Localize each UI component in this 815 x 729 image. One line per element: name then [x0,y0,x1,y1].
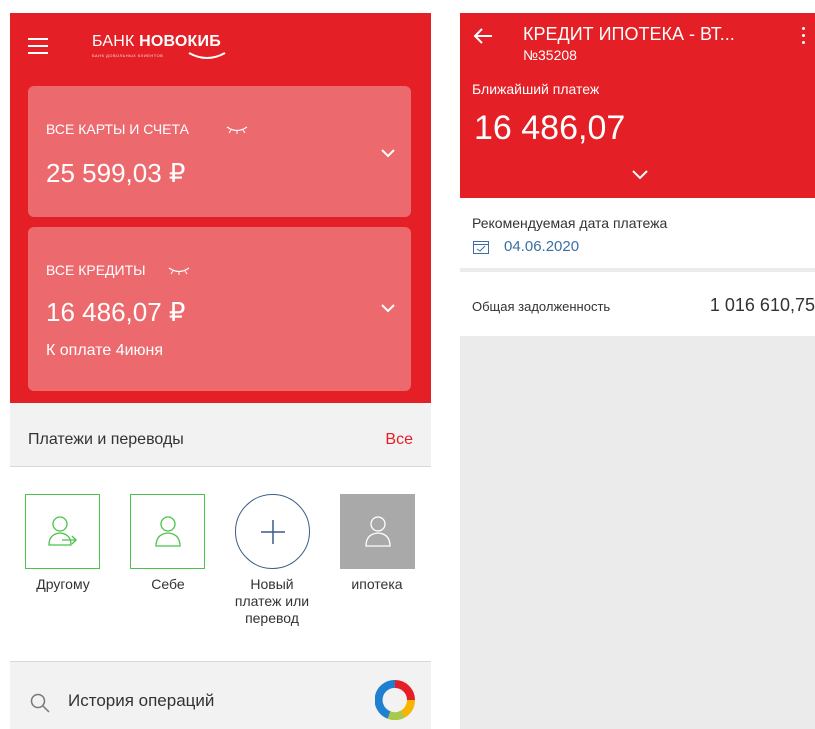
recommended-date-label: Рекомендуемая дата платежа [472,215,668,231]
credits-due: К оплате 4июня [46,342,164,359]
credits-amount: 16 486,07 ₽ [46,297,186,327]
all-cards-card[interactable]: ВСЕ КАРТЫ И СЧЕТА 25 599,03 ₽ [28,86,411,217]
more-vertical-icon[interactable] [802,27,806,48]
total-debt-label: Общая задолженность [472,299,611,314]
loan-number: №35208 [523,47,577,63]
total-debt-value: 1 016 610,75 [709,295,815,315]
all-credits-card[interactable]: ВСЕ КРЕДИТЫ 16 486,07 ₽ К оплате 4июня [28,227,411,391]
plus-icon [260,519,285,544]
chevron-down-icon[interactable] [381,149,395,158]
chevron-down-icon[interactable] [632,170,648,180]
menu-icon[interactable] [28,38,48,54]
calendar-icon [473,241,489,254]
pay-other-button[interactable] [25,494,100,569]
user-icon [154,515,181,547]
divider [10,661,431,662]
bank-logo: БАНК НОВОКИБ БАНК ДОВОЛЬНЫХ КЛИЕНТОВ [92,33,226,59]
cards-label: ВСЕ КАРТЫ И СЧЕТА [46,121,189,137]
tile-label: Себе [151,576,185,592]
logo-regular: БАНК [92,33,140,50]
back-arrow-icon[interactable] [472,25,494,47]
total-debt-row: Общая задолженность 1 016 610,75 [460,272,815,336]
eye-closed-icon[interactable] [168,266,190,275]
new-payment-button[interactable] [235,494,310,569]
loan-title: КРЕДИТ ИПОТЕКА - ВТ... [523,24,735,44]
logo-tagline: БАНК ДОВОЛЬНЫХ КЛИЕНТОВ [92,53,164,58]
main-screen: БАНК НОВОКИБ БАНК ДОВОЛЬНЫХ КЛИЕНТОВ ВСЕ… [10,13,431,729]
pay-self-button[interactable] [130,494,205,569]
payments-title: Платежи и переводы [28,431,184,448]
template-mortgage-button[interactable] [340,494,415,569]
logo-bold: НОВОКИБ [139,33,221,50]
tile-label: Другому [36,576,90,592]
tile-label: ипотека [351,576,403,592]
eye-closed-icon[interactable] [226,125,248,134]
nearest-payment-label: Ближайший платеж [472,81,600,97]
recommended-date-value: 04.06.2020 [504,238,580,255]
recommended-date-section: Рекомендуемая дата платежа 04.06.2020 [460,198,815,268]
loan-header: КРЕДИТ ИПОТЕКА - ВТ... №35208 Ближайший … [460,13,815,198]
nearest-payment-amount: 16 486,07 [474,109,626,147]
credits-label: ВСЕ КРЕДИТЫ [46,262,146,278]
payments-all-link[interactable]: Все [385,431,413,449]
chevron-down-icon[interactable] [381,304,395,313]
tile-label: Новый платеж или перевод [234,576,310,626]
history-label[interactable]: История операций [68,691,214,711]
search-icon[interactable] [30,693,50,713]
user-icon [364,515,391,547]
user-transfer-icon [47,515,77,546]
cards-amount: 25 599,03 ₽ [46,158,186,188]
logo-smile-icon [188,52,226,59]
donut-chart-icon[interactable] [375,680,415,720]
loan-details-screen: КРЕДИТ ИПОТЕКА - ВТ... №35208 Ближайший … [460,13,815,729]
header: БАНК НОВОКИБ БАНК ДОВОЛЬНЫХ КЛИЕНТОВ ВСЕ… [10,13,431,403]
